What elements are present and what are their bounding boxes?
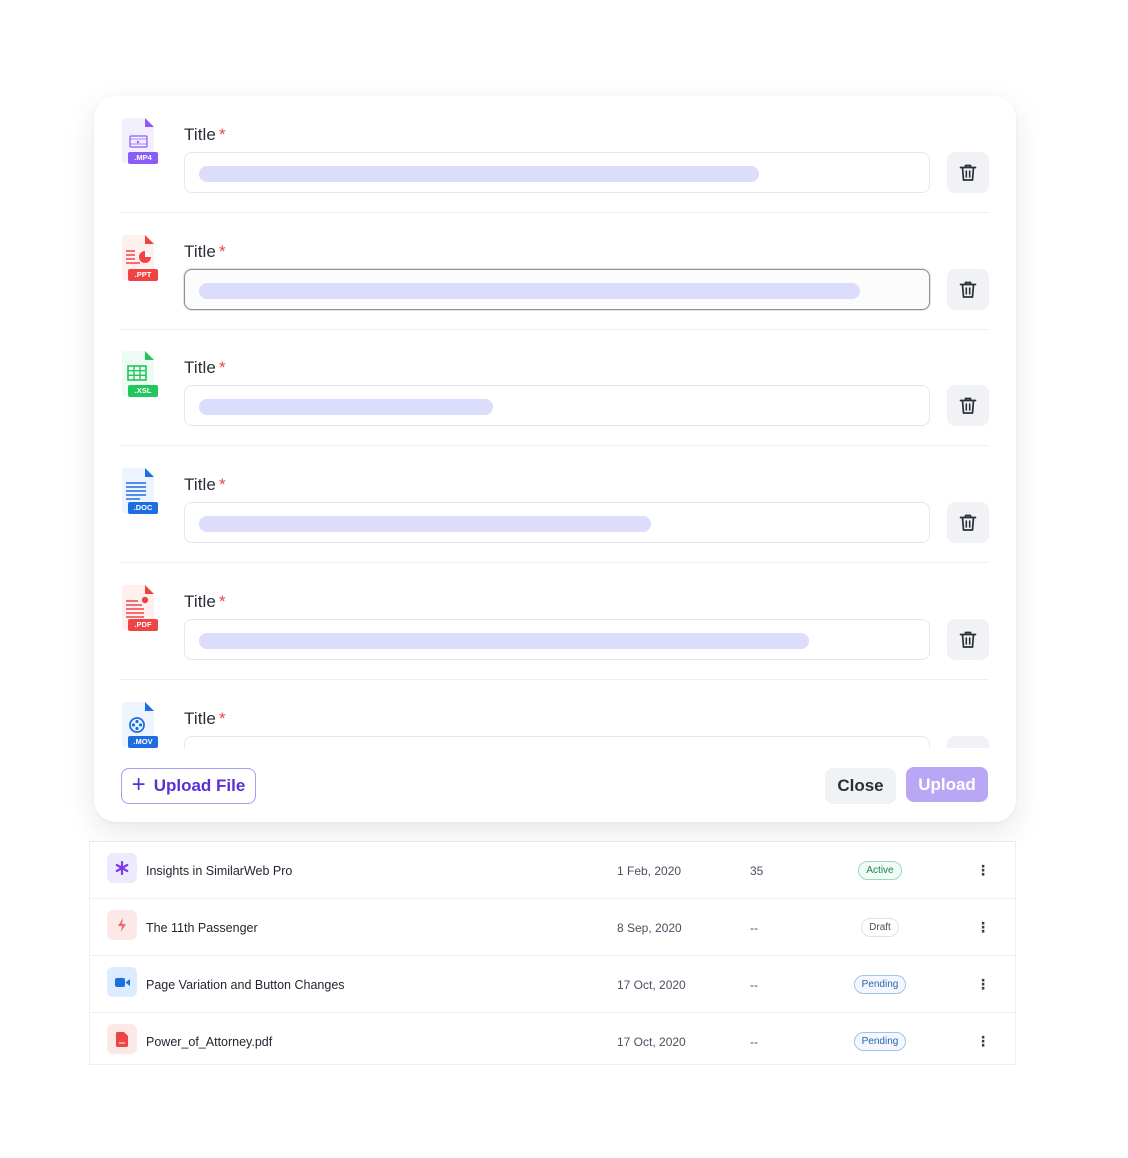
more-options-button[interactable]: ⋮ <box>975 956 991 1013</box>
delete-file-button[interactable] <box>947 385 989 427</box>
file-extension-label: .XSL <box>134 386 152 396</box>
title-label: Title * <box>184 709 226 729</box>
title-label-text: Title <box>184 358 216 378</box>
delete-file-button[interactable] <box>947 618 989 660</box>
pdf-file-icon: .PDF <box>120 584 164 637</box>
status-badge: Pending <box>853 975 907 994</box>
file-extension-label: .DOC <box>133 503 153 513</box>
required-asterisk: * <box>219 591 226 611</box>
title-input[interactable] <box>184 268 930 310</box>
presentation-file-icon: .PPT <box>120 234 164 287</box>
title-label-text: Title <box>184 708 216 728</box>
upload-modal: .MP4 Title * .PPT Title * .XSL Title * .… <box>94 96 1016 822</box>
trash-icon <box>959 164 977 181</box>
upload-file-label: Upload File <box>153 776 246 795</box>
upload-button[interactable]: Upload <box>906 767 988 802</box>
delete-file-button[interactable] <box>947 502 989 544</box>
required-asterisk: * <box>219 125 226 144</box>
trash-icon <box>959 281 977 298</box>
item-name[interactable]: The 11th Passenger <box>146 899 258 956</box>
spreadsheet-file-icon: .XSL <box>120 351 164 403</box>
item-date: 8 Sep, 2020 <box>617 920 682 935</box>
table-row[interactable]: Insights in SimilarWeb Pro 1 Feb, 2020 3… <box>90 842 1015 899</box>
file-row: .MP4 Title * <box>120 96 989 213</box>
item-name[interactable]: Page Variation and Button Changes <box>146 956 345 1013</box>
asterisk-icon <box>107 853 137 883</box>
title-label: Title * <box>184 358 226 378</box>
modal-footer: + Upload File Close Upload <box>94 748 1016 822</box>
title-label: Title * <box>184 475 226 495</box>
title-label-text: Title <box>184 475 216 495</box>
delete-file-button[interactable] <box>947 735 989 748</box>
status-cell: Pending <box>850 956 910 1013</box>
document-file-icon: .DOC <box>120 468 164 520</box>
file-row: .MOV Title * <box>120 680 989 749</box>
trash-icon <box>959 398 977 415</box>
file-extension-label: .PDF <box>134 619 152 629</box>
title-label: Title * <box>184 592 226 612</box>
title-input-value-placeholder <box>199 399 493 416</box>
trash-icon <box>959 514 977 531</box>
more-options-button[interactable]: ⋮ <box>975 899 991 956</box>
title-input[interactable] <box>184 618 930 660</box>
more-options-button[interactable]: ⋮ <box>975 842 991 899</box>
title-input[interactable] <box>184 385 930 427</box>
file-extension-label: .MOV <box>133 736 153 746</box>
title-input[interactable] <box>184 152 930 193</box>
table-row[interactable]: Power_of_Attorney.pdf 17 Oct, 2020 -- Pe… <box>90 1013 1015 1070</box>
status-cell: Pending <box>850 1013 910 1070</box>
file-row: .PDF Title * <box>120 563 989 680</box>
title-input-value-placeholder <box>199 516 651 533</box>
file-row: .XSL Title * <box>120 329 989 447</box>
required-asterisk: * <box>219 358 226 378</box>
title-input-value-placeholder <box>199 166 759 182</box>
item-date: 17 Oct, 2020 <box>617 1034 686 1049</box>
item-date: 1 Feb, 2020 <box>617 863 682 878</box>
delete-file-button[interactable] <box>947 268 989 310</box>
close-button[interactable]: Close <box>825 768 896 804</box>
pdf-file-icon <box>107 1024 137 1054</box>
file-row: .DOC Title * <box>120 446 989 564</box>
video-file-icon: .MP4 <box>120 118 164 170</box>
status-badge: Draft <box>861 918 899 937</box>
file-extension-label: .MP4 <box>134 153 152 162</box>
upload-file-button[interactable]: + Upload File <box>121 768 256 804</box>
title-input-value-placeholder <box>199 282 860 299</box>
title-label: Title * <box>184 242 226 262</box>
item-date: 17 Oct, 2020 <box>617 977 686 992</box>
item-count: -- <box>750 1034 758 1049</box>
title-input[interactable] <box>184 735 930 748</box>
title-label: Title * <box>184 125 226 145</box>
file-row: .PPT Title * <box>120 213 989 330</box>
item-count: 35 <box>750 863 764 878</box>
required-asterisk: * <box>219 475 226 495</box>
spark-icon <box>107 910 137 940</box>
table-row[interactable]: The 11th Passenger 8 Sep, 2020 -- Draft … <box>90 899 1015 956</box>
table-row[interactable]: Page Variation and Button Changes 17 Oct… <box>90 956 1015 1013</box>
status-badge: Active <box>858 861 902 880</box>
delete-file-button[interactable] <box>947 152 989 193</box>
file-extension-label: .PPT <box>134 269 152 279</box>
trash-icon <box>959 631 977 648</box>
title-input-value-placeholder <box>199 632 809 649</box>
movie-file-icon: .MOV <box>120 701 164 749</box>
required-asterisk: * <box>219 241 226 261</box>
title-label-text: Title <box>184 241 216 261</box>
plus-icon: + <box>131 771 146 798</box>
item-count: -- <box>750 920 758 935</box>
status-badge: Pending <box>853 1032 907 1051</box>
more-options-button[interactable]: ⋮ <box>975 1013 991 1070</box>
item-name[interactable]: Power_of_Attorney.pdf <box>146 1013 272 1070</box>
video-camera-icon <box>107 967 137 997</box>
required-asterisk: * <box>219 708 226 728</box>
item-count: -- <box>750 977 758 992</box>
status-cell: Draft <box>850 899 910 956</box>
item-name[interactable]: Insights in SimilarWeb Pro <box>146 842 292 899</box>
file-list[interactable]: .MP4 Title * .PPT Title * .XSL Title * .… <box>94 96 1016 748</box>
title-input[interactable] <box>184 502 930 544</box>
title-label-text: Title <box>184 125 216 144</box>
files-table: Insights in SimilarWeb Pro 1 Feb, 2020 3… <box>89 841 1016 1065</box>
status-cell: Active <box>850 842 910 899</box>
title-label-text: Title <box>184 591 216 611</box>
